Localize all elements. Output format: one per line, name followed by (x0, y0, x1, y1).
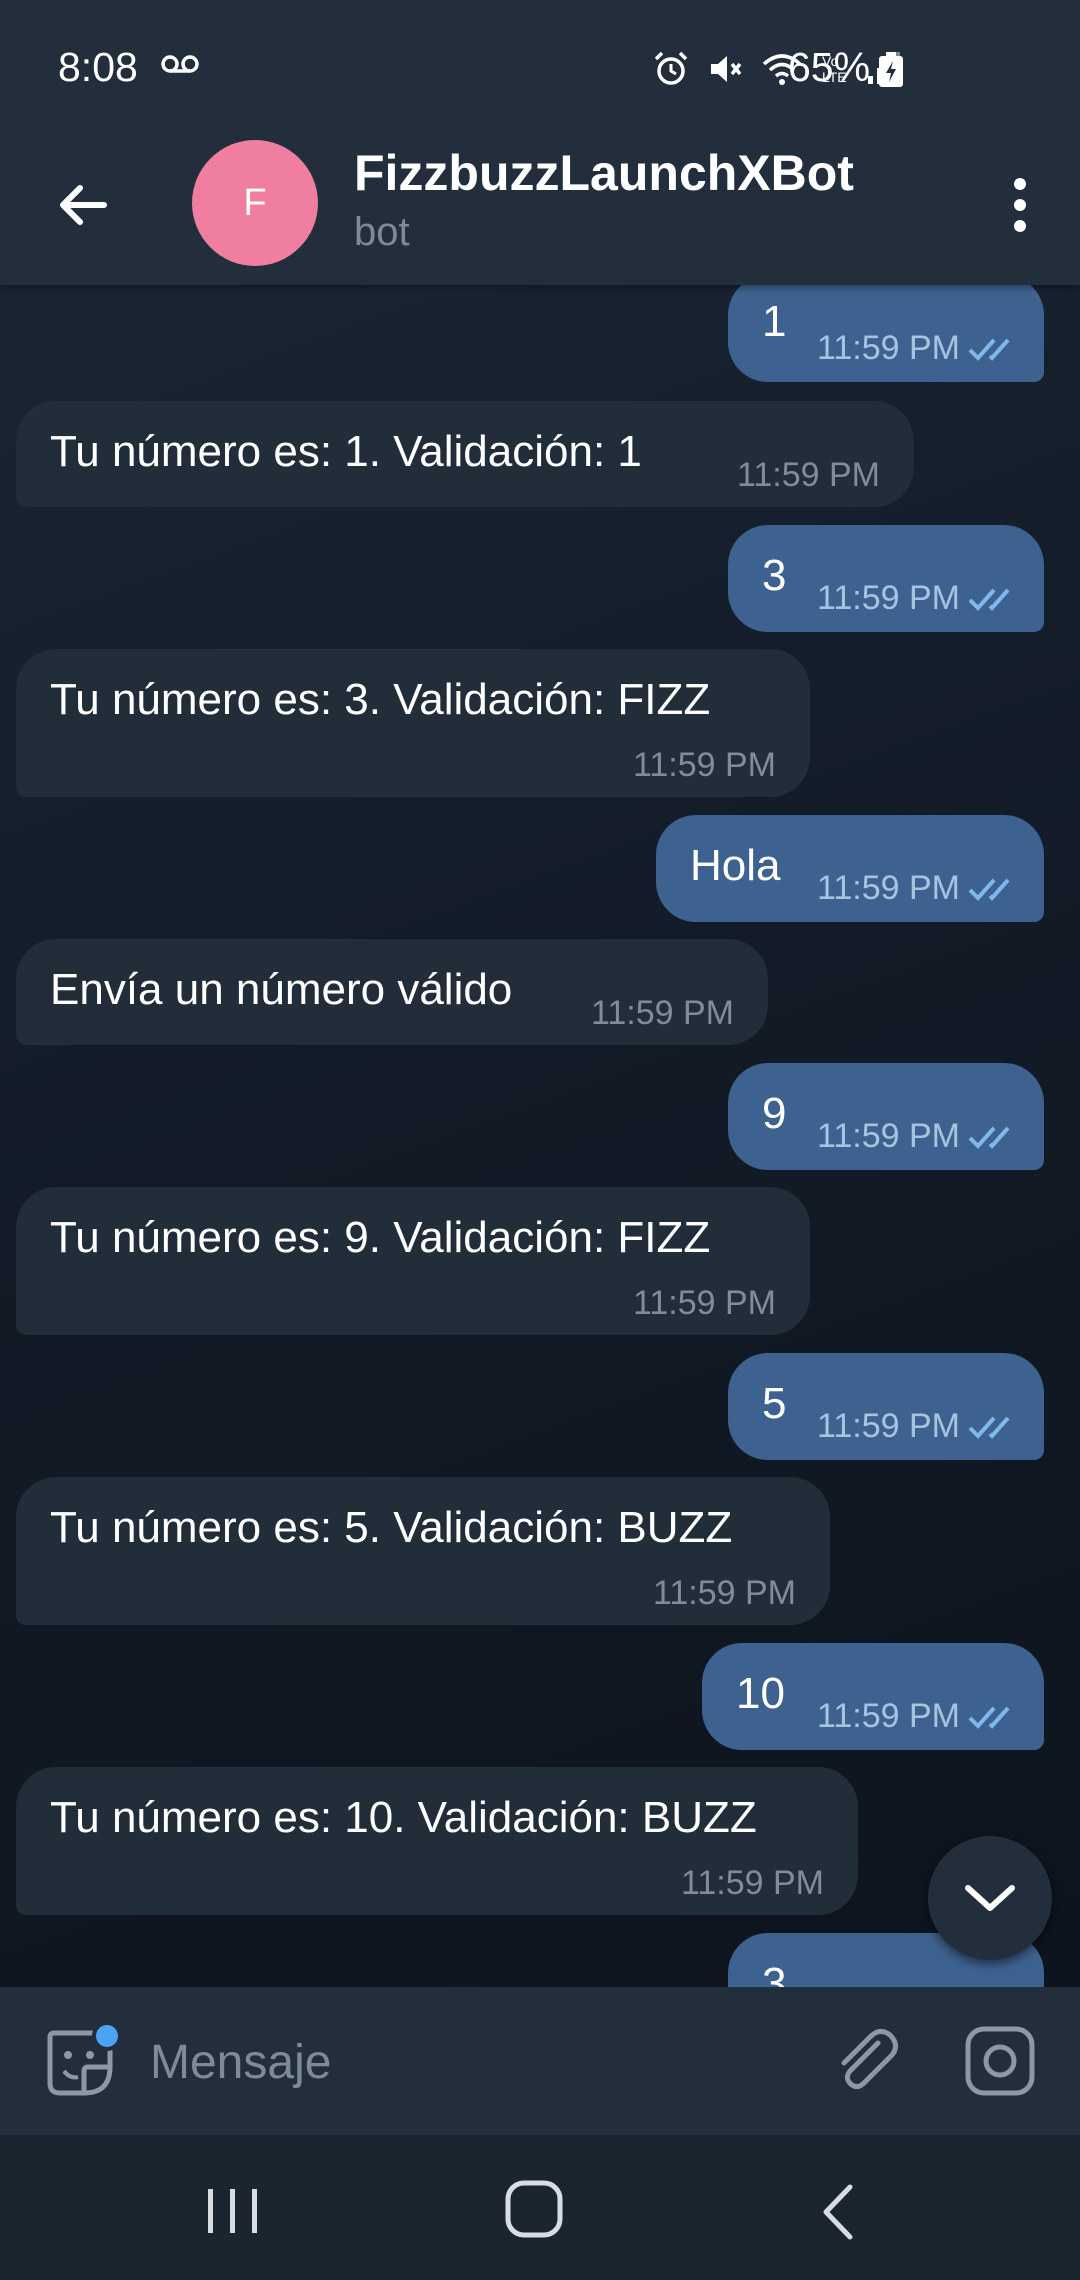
message-text: Tu número es: 5. Validación: BUZZ (50, 1503, 733, 1552)
message-bubble-incoming[interactable]: Envía un número válido 11:59 PM (16, 939, 768, 1045)
message-time: 11:59 PM (680, 1864, 824, 1902)
system-nav-bar (0, 2135, 1080, 2280)
more-vertical-icon[interactable] (990, 170, 1050, 240)
battery-percent: 65% (788, 44, 871, 90)
nav-back-icon[interactable] (808, 2179, 868, 2245)
chat-title[interactable]: FizzbuzzLaunchXBot (354, 144, 854, 202)
message-time: 11:59 PM (632, 1284, 776, 1322)
double-check-icon (968, 1706, 1010, 1729)
message-text: Tu número es: 3. Validación: FIZZ (50, 675, 711, 724)
alarm-icon (654, 51, 688, 85)
message-bubble-incoming[interactable]: Tu número es: 9. Validación: FIZZ 11:59 … (16, 1187, 810, 1335)
message-text: 10 (736, 1669, 785, 1718)
double-check-icon (968, 588, 1010, 611)
message-text: Tu número es: 1. Validación: 1 (50, 427, 642, 476)
message-bubble-incoming[interactable]: Tu número es: 3. Validación: FIZZ 11:59 … (16, 649, 810, 797)
message-time: 11:59 PM (736, 456, 880, 494)
mute-icon (711, 56, 742, 82)
message-bubble-incoming[interactable]: Tu número es: 5. Validación: BUZZ 11:59 … (16, 1477, 830, 1625)
message-time: 11:59 PM (590, 994, 734, 1032)
camera-icon[interactable] (960, 2021, 1040, 2101)
message-time: 11:59 PM (816, 329, 960, 367)
message-text: 9 (762, 1089, 787, 1138)
message-text: 3 (762, 1959, 787, 1987)
message-time: 11:59 PM (652, 1574, 796, 1612)
home-icon[interactable] (500, 2177, 570, 2243)
double-check-icon (968, 338, 1010, 361)
double-check-icon (968, 1126, 1010, 1149)
message-time: 11:59 PM (816, 1117, 960, 1155)
message-time: 11:59 PM (632, 746, 776, 784)
message-list[interactable]: 1 11:59 PM Tu número es: 1. Validación: … (0, 285, 1080, 1987)
back-arrow-icon[interactable] (50, 170, 120, 240)
message-time: 11:59 PM (816, 579, 960, 617)
message-text: 3 (762, 551, 787, 600)
message-text: 5 (762, 1379, 787, 1428)
message-bubble-outgoing[interactable]: 10 11:59 PM (702, 1643, 1044, 1750)
message-time: 11:59 PM (816, 869, 960, 907)
message-text: 1 (762, 297, 787, 346)
message-bubble-outgoing[interactable]: Hola 11:59 PM (656, 815, 1044, 922)
message-time: 11:59 PM (816, 1407, 960, 1445)
status-time: 8:08 (58, 44, 138, 90)
battery-charging-icon (879, 52, 903, 87)
voicemail-icon (161, 55, 199, 73)
message-bubble-incoming[interactable]: Tu número es: 10. Validación: BUZZ 11:59… (16, 1767, 858, 1915)
double-check-icon (968, 1416, 1010, 1439)
chevron-down-icon (965, 1885, 1015, 1911)
message-text: Hola (690, 841, 781, 890)
message-time: 11:59 PM (816, 1697, 960, 1735)
recents-icon[interactable] (200, 2181, 266, 2241)
status-bar: 8:08 Vo LTE 65% (0, 0, 1080, 140)
notification-dot (92, 2021, 122, 2051)
paperclip-icon[interactable] (826, 2021, 906, 2101)
message-input[interactable] (150, 2027, 790, 2097)
message-text: Tu número es: 10. Validación: BUZZ (50, 1793, 757, 1842)
message-text: Envía un número válido (50, 965, 513, 1014)
message-bubble-incoming[interactable]: Tu número es: 1. Validación: 1 11:59 PM (16, 401, 914, 507)
chat-header: F FizzbuzzLaunchXBot bot (0, 140, 1080, 285)
message-bubble-outgoing[interactable]: 1 11:59 PM (728, 285, 1044, 382)
avatar[interactable]: F (192, 140, 318, 266)
message-bubble-outgoing[interactable]: 3 11:59 PM (728, 525, 1044, 632)
double-check-icon (968, 878, 1010, 901)
message-text: Tu número es: 9. Validación: FIZZ (50, 1213, 711, 1262)
chat-subtitle: bot (354, 210, 410, 254)
scroll-down-button[interactable] (928, 1836, 1052, 1960)
message-composer (0, 1987, 1080, 2135)
message-bubble-outgoing[interactable]: 9 11:59 PM (728, 1063, 1044, 1170)
message-bubble-outgoing[interactable]: 5 11:59 PM (728, 1353, 1044, 1460)
